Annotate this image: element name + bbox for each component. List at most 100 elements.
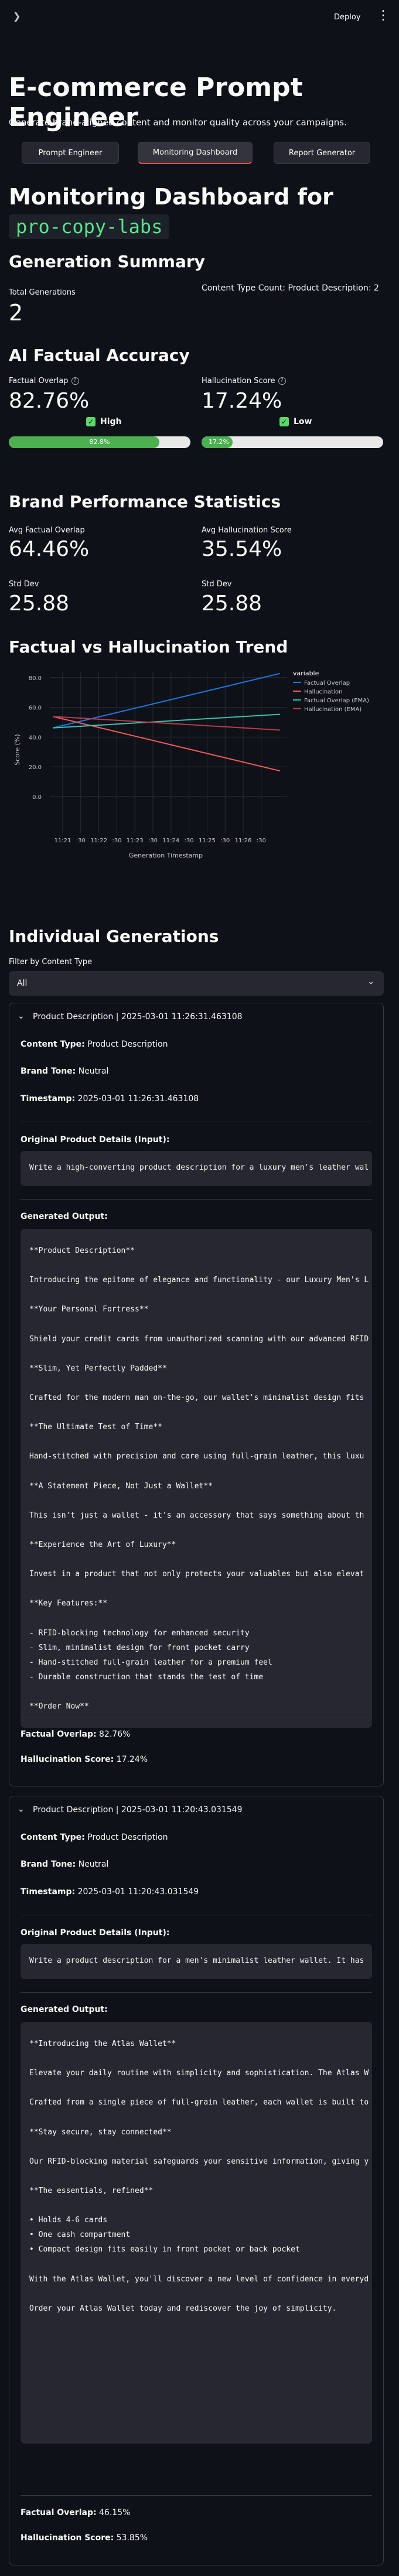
y-axis-label: Score (%) [13,734,21,765]
brand-tone-value: Neutral [78,1067,109,1076]
factual-overlap-field: Factual Overlap: 82.76% [21,1730,130,1739]
output-line: Our RFID-blocking material safeguards yo… [29,2157,369,2166]
factual-label: Factual Overlap: [21,2508,97,2517]
halluc-label: Hallucination Score: [21,1755,114,1764]
output-line: - Slim, minimalist design for front pock… [29,1643,250,1652]
check-icon: ✓ [279,417,289,426]
std-dev-value-2: 25.88 [202,592,262,616]
input-text: Write a high-converting product descript… [29,1163,369,1172]
hallucination-metric-label: Hallucination Score? [202,377,286,385]
output-line: **Introducing the Atlas Wallet** [29,2039,176,2048]
factual-overlap-field: Factual Overlap: 46.15% [21,2508,130,2517]
expander-header[interactable]: ⌄ Product Description | 2025-03-01 11:20… [9,1796,383,1823]
trend-chart[interactable]: 0.0 20.0 40.0 60.0 80.0 11:21:30 11:22:30 11:23… [0,656,399,879]
y-tick-label: 0.0 [32,794,42,801]
halluc-progress-text: 17.2% [209,438,229,446]
series-line [52,672,281,729]
output-line: Elevate your daily routine with simplici… [29,2069,369,2078]
output-line: • One cash compartment [29,2230,131,2240]
input-label-text: Original Product Details (Input): [21,1928,170,1938]
content-type-value: Product Description [87,1040,168,1049]
output-line: - Hand-stitched full-grain leather for a… [29,1658,272,1667]
collapse-arrow-icon[interactable]: ❯ [13,11,21,22]
output-line: **A Statement Piece, Not Just a Wallet** [29,1481,213,1491]
content-type-label: Content Type: [21,1833,85,1842]
input-label-text: Original Product Details (Input): [21,1135,170,1144]
output-line: • Compact design fits easily in front po… [29,2245,300,2254]
content-type-value: Product Description [87,1833,168,1842]
filter-selected-value: All [17,979,28,988]
output-line: **The essentials, refined** [29,2186,154,2195]
brand-tone-field: Brand Tone: Neutral [21,1860,108,1869]
avg-halluc-value: 35.54% [202,537,282,561]
output-line: Crafted for the modern man on-the-go, ou… [29,1393,364,1402]
legend-title: variable [293,669,319,677]
output-line: Introducing the epitome of elegance and … [29,1276,369,1285]
timestamp-value: 2025-03-01 11:20:43.031549 [77,1887,199,1897]
y-tick-label: 60.0 [29,705,42,712]
content-type-field: Content Type: Product Description [21,1833,168,1842]
factual-level-indicator: ✓ High [86,417,122,426]
input-code-block: Write a product description for a men's … [21,1944,372,1979]
brand-tone-value: Neutral [78,1860,109,1869]
hallucination-value: 17.24% [202,389,282,413]
output-line: **Your Personal Fortress** [29,1305,149,1314]
content-type-count: Content Type Count: Product Description:… [202,283,379,293]
help-icon[interactable]: ? [278,377,286,385]
x-tick-label: 11:25 [199,838,216,844]
avg-halluc-label: Avg Hallucination Score [202,526,292,535]
tab-prompt-engineer[interactable]: Prompt Engineer [22,142,119,164]
factual-progress-bar: 82.8% [9,436,190,448]
y-tick-label: 40.0 [29,734,42,741]
legend-label: Hallucination (EMA) [304,706,362,713]
halluc-label: Hallucination Score: [21,2533,114,2543]
output-line: Invest in a product that not only protec… [29,1570,364,1579]
tab-monitoring-dashboard[interactable]: Monitoring Dashboard [138,142,253,164]
monitoring-title: Monitoring Dashboard for pro-copy-labs [9,183,384,241]
legend-label: Factual Overlap [304,680,350,686]
generation-expander: ⌄ Product Description | 2025-03-01 11:26… [9,1003,384,1786]
factual-value: 82.76% [99,1730,131,1739]
output-line: • Holds 4-6 cards [29,2216,108,2225]
content-type-field: Content Type: Product Description [21,1040,168,1049]
content-type-label: Content Type: [21,1040,85,1049]
expander-header[interactable]: ⌄ Product Description | 2025-03-01 11:26… [9,1003,383,1030]
avg-factual-label: Avg Factual Overlap [9,526,85,535]
help-icon[interactable]: ? [71,377,79,385]
generation-summary-heading: Generation Summary [9,252,205,271]
total-generations-value: 2 [9,300,23,326]
output-line: **Slim, Yet Perfectly Padded** [29,1364,167,1373]
content-type-filter-select[interactable]: All ⌄ [9,971,384,996]
factual-value: 46.15% [99,2508,131,2517]
input-text: Write a product description for a men's … [29,1956,364,1965]
x-tick-label: 11:26 [235,838,252,844]
app-subtitle: Generate brand-aligned content and monit… [9,117,347,128]
tab-report-generator[interactable]: Report Generator [274,142,370,164]
trend-heading: Factual vs Hallucination Trend [9,637,288,657]
timestamp-label: Timestamp: [21,1094,76,1103]
output-line: **The Ultimate Test of Time** [29,1423,162,1432]
output-line: **Stay secure, stay connected** [29,2127,172,2137]
divider [21,1199,372,1200]
output-label: Generated Output: [21,1212,108,1221]
hallucination-field: Hallucination Score: 17.24% [21,1755,148,1764]
kebab-icon[interactable]: ⋮ [377,8,390,23]
brand-performance-heading: Brand Performance Statistics [9,492,281,511]
x-tick-label: :30 [76,838,86,844]
input-code-block: Write a high-converting product descript… [21,1151,372,1186]
divider [21,2495,372,2496]
halluc-progress-bar: 17.2% [202,436,383,448]
filter-label: Filter by Content Type [9,958,93,966]
divider [21,1992,372,1993]
input-label: Original Product Details (Input): [21,1928,169,1938]
deploy-button[interactable]: Deploy [334,13,361,22]
generation-expander: ⌄ Product Description | 2025-03-01 11:20… [9,1796,384,2565]
output-line: This isn't just a wallet - it's an acces… [29,1511,364,1520]
x-axis-label: Generation Timestamp [129,852,203,859]
individual-generations-heading: Individual Generations [9,927,219,946]
x-tick-label: 11:21 [54,838,71,844]
halluc-level-indicator: ✓ Low [279,417,312,426]
halluc-value: 17.24% [116,1755,148,1764]
output-line: Crafted from a single piece of full-grai… [29,2098,369,2107]
factual-overlap-value: 82.76% [9,389,90,413]
